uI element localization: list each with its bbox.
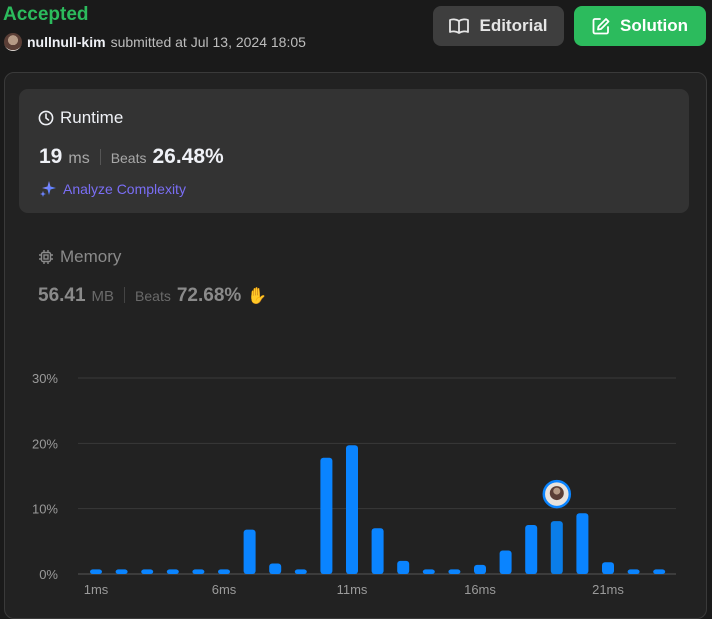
memory-unit: MB [91, 288, 115, 305]
memory-beats-pct: 72.68% [176, 285, 242, 306]
bar-14ms[interactable] [422, 569, 435, 574]
username-link[interactable]: nullnull-kim [27, 34, 106, 50]
y-tick-label: 0% [39, 567, 58, 582]
x-tick-label: 11ms [337, 582, 368, 597]
runtime-unit: ms [68, 150, 90, 167]
memory-title-label: Memory [60, 247, 122, 266]
book-icon [449, 18, 470, 34]
x-tick-label: 16ms [464, 582, 496, 597]
bar-21ms[interactable] [602, 562, 614, 574]
bar-5ms[interactable] [192, 569, 205, 574]
bar-8ms[interactable] [269, 563, 282, 574]
bar-13ms[interactable] [397, 560, 410, 574]
avatar[interactable] [4, 33, 22, 51]
bar-20ms[interactable] [576, 513, 589, 574]
analyze-complexity-link[interactable]: Analyze Complexity [39, 180, 186, 198]
x-tick-label: 1ms [84, 582, 109, 597]
analyze-label: Analyze Complexity [63, 181, 186, 197]
bar-1ms[interactable] [90, 569, 102, 574]
bar-16ms[interactable] [474, 564, 486, 574]
bar-9ms[interactable] [294, 569, 307, 574]
solution-label: Solution [620, 16, 688, 35]
bar-19ms[interactable] [550, 521, 563, 574]
submitted-time: submitted at Jul 13, 2024 18:05 [110, 34, 306, 50]
editorial-button[interactable]: Editorial [433, 6, 564, 46]
y-tick-label: 30% [32, 371, 58, 386]
divider [99, 149, 101, 165]
memory-value: 56.41 [38, 285, 86, 306]
runtime-metric: 19 ms Beats 26.48% [39, 145, 224, 169]
user-avatar-marker[interactable] [542, 479, 572, 509]
y-tick-label: 10% [32, 502, 58, 517]
bar-23ms[interactable] [653, 569, 666, 574]
submission-status: Accepted [3, 4, 89, 25]
y-tick-label: 20% [32, 436, 58, 451]
bar-7ms[interactable] [243, 529, 256, 574]
runtime-beats-pct: 26.48% [152, 145, 224, 168]
clap-icon: ✋ [247, 288, 268, 305]
bar-15ms[interactable] [448, 569, 461, 574]
memory-beats-label: Beats [135, 288, 171, 304]
solution-button[interactable]: Solution [574, 6, 706, 46]
bar-22ms[interactable] [627, 569, 640, 574]
bar-10ms[interactable] [320, 457, 333, 574]
clock-icon [38, 110, 54, 126]
bar-17ms[interactable] [499, 550, 512, 574]
bar-18ms[interactable] [525, 525, 538, 574]
divider [124, 287, 126, 303]
bar-6ms[interactable] [218, 569, 230, 574]
bar-4ms[interactable] [166, 569, 179, 574]
submission-info: nullnull-kim submitted at Jul 13, 2024 1… [4, 33, 306, 51]
runtime-beats-label: Beats [110, 150, 147, 166]
editorial-label: Editorial [479, 16, 548, 35]
memory-metric: 56.41 MB Beats 72.68% ✋ [38, 285, 267, 307]
bar-3ms[interactable] [141, 569, 154, 574]
runtime-title-label: Runtime [60, 108, 124, 127]
bar-2ms[interactable] [115, 569, 128, 574]
memory-title[interactable]: Memory [38, 247, 121, 267]
bar-11ms[interactable] [346, 445, 358, 574]
edit-icon [592, 18, 610, 35]
chip-icon [39, 250, 53, 264]
runtime-value: 19 [39, 145, 63, 168]
x-tick-label: 21ms [592, 582, 624, 597]
runtime-distribution-chart[interactable]: 0% 10% 20% 30% 1ms 6ms 11ms 16ms 21ms [0, 360, 712, 607]
x-tick-label: 6ms [212, 582, 237, 597]
runtime-card[interactable]: Runtime 19 ms Beats 26.48% Analyze Compl… [19, 89, 689, 213]
runtime-title: Runtime [38, 108, 123, 128]
bar-12ms[interactable] [371, 528, 384, 574]
sparkle-icon [40, 181, 56, 197]
